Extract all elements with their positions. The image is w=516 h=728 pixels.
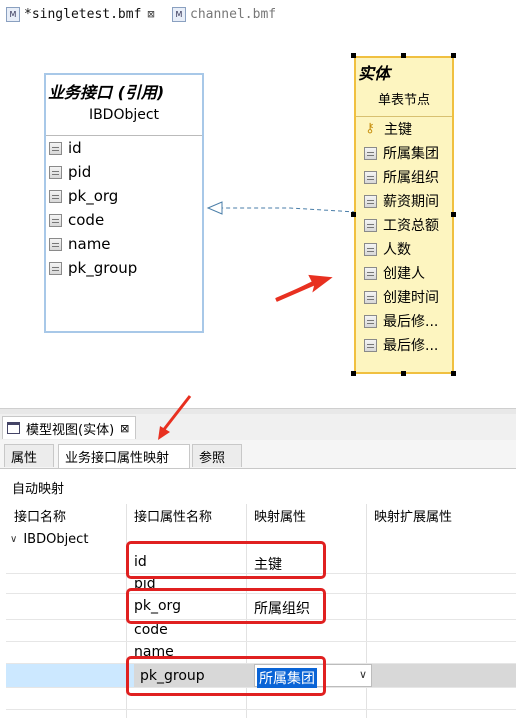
highlight-box-pk-org (126, 588, 326, 624)
tab-interface-attr-mapping[interactable]: 业务接口属性映射 (58, 444, 190, 468)
auto-map-button[interactable]: 自动映射 (12, 478, 64, 497)
column-header[interactable]: 映射属性 (254, 506, 306, 525)
attr-name-cell: code (134, 622, 168, 638)
tab-label: 参照 (199, 450, 226, 466)
red-annotation-arrow-2-layer (158, 395, 192, 440)
tree-node-label: IBDObject (23, 531, 89, 547)
column-header[interactable]: 接口名称 (14, 506, 66, 525)
tab-label: 业务接口属性映射 (65, 451, 170, 466)
tree-node-ibdobject[interactable]: ∨ IBDObject (10, 528, 88, 550)
tab-label: 属性 (11, 450, 38, 466)
chevron-down-icon[interactable]: ∨ (359, 668, 367, 681)
tab-reference[interactable]: 参照 (192, 444, 242, 467)
ext-attr-cell[interactable] (372, 664, 516, 687)
highlight-box-pk-group (126, 656, 326, 696)
tab-properties[interactable]: 属性 (4, 444, 54, 467)
column-header[interactable]: 映射扩展属性 (374, 506, 452, 525)
mapping-table-header: 接口名称 接口属性名称 映射属性 映射扩展属性 (6, 504, 516, 528)
column-header[interactable]: 接口属性名称 (134, 506, 212, 525)
sub-tab-bar: 属性 业务接口属性映射 参照 (0, 440, 516, 469)
red-annotation-arrow-2 (160, 395, 192, 433)
chevron-down-icon[interactable]: ∨ (10, 534, 17, 545)
highlight-box-id (126, 541, 326, 579)
